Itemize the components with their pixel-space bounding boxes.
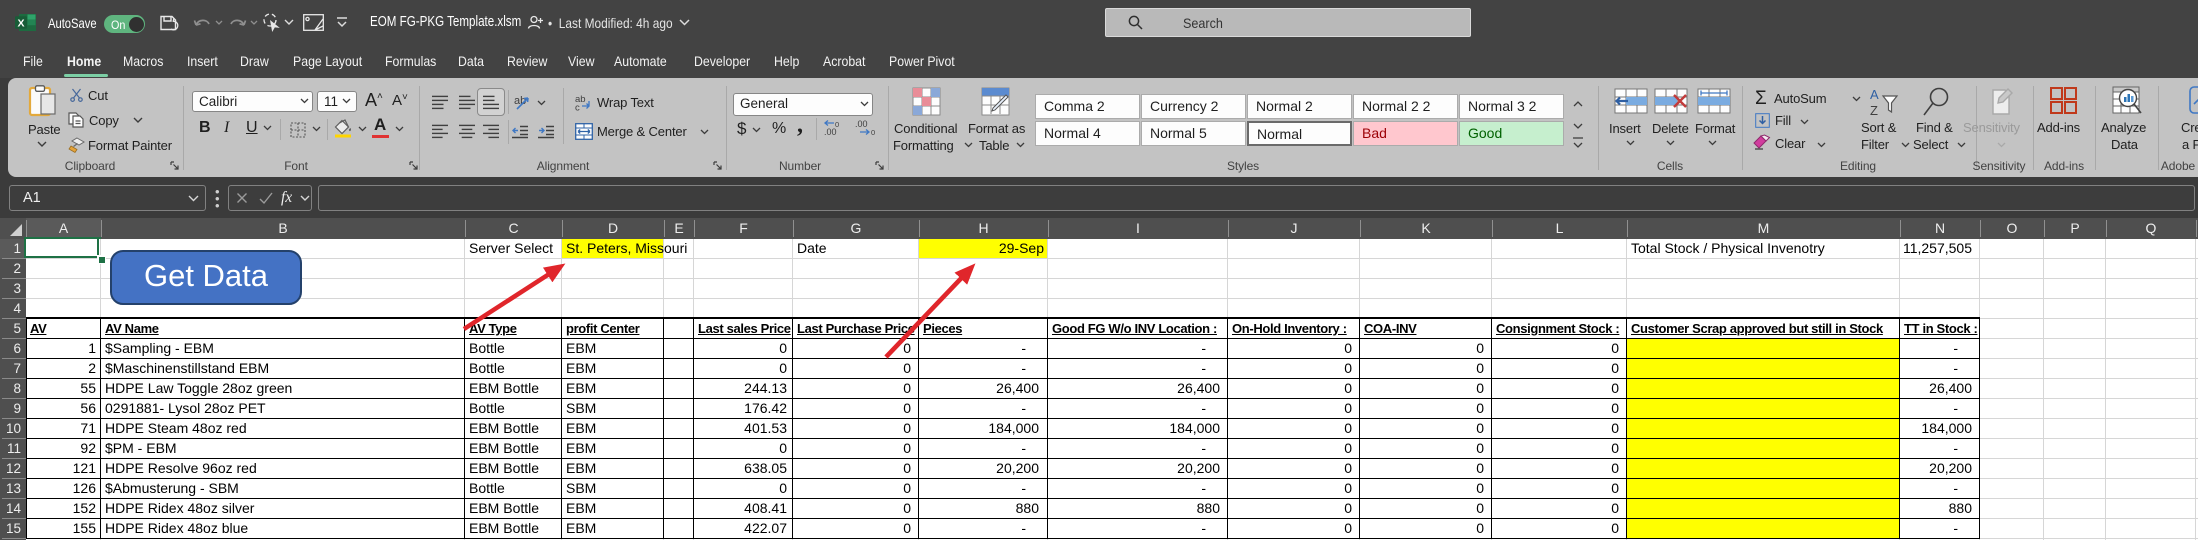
svg-text:X: X (17, 17, 24, 29)
svg-text:A: A (1870, 87, 1879, 102)
svg-text:.00: .00 (855, 119, 868, 129)
svg-text:Z: Z (1870, 103, 1878, 118)
svg-text:0: 0 (871, 128, 875, 137)
svg-text:c: c (575, 103, 580, 114)
svg-text:0: 0 (835, 120, 839, 129)
